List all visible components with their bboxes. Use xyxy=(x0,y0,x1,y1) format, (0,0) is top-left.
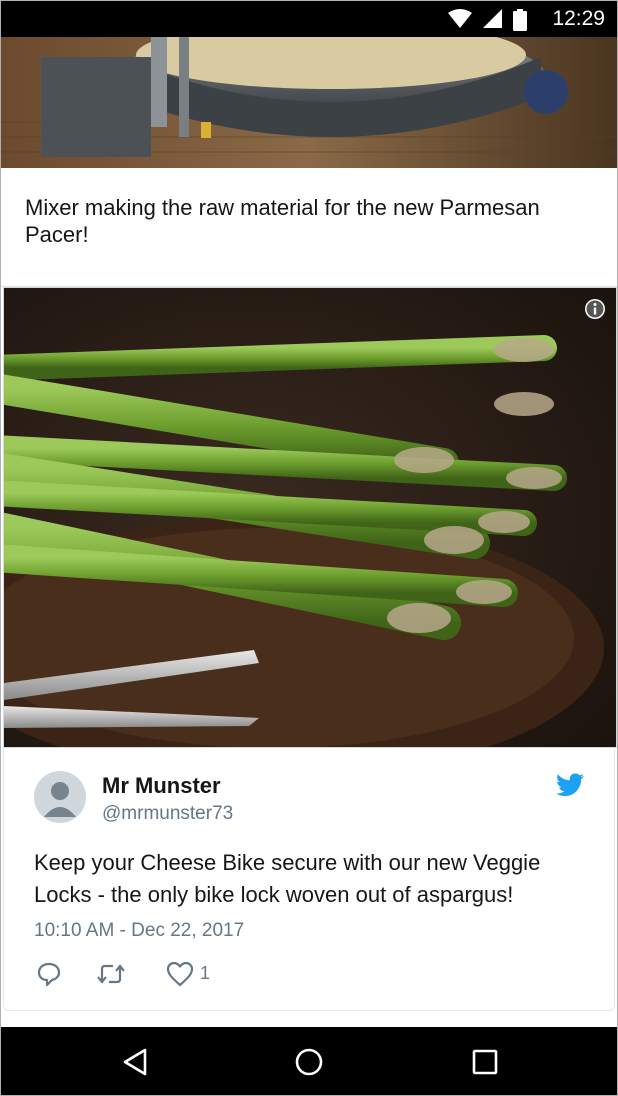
asparagus-image xyxy=(4,288,616,747)
like-icon[interactable] xyxy=(166,961,194,987)
battery-icon xyxy=(513,9,527,31)
info-icon[interactable] xyxy=(584,298,606,320)
screen: 12:29 Mixer making the raw material for … xyxy=(0,0,618,1096)
tweet-text: Keep your Cheese Bike secure with our ne… xyxy=(34,850,541,907)
home-icon[interactable] xyxy=(294,1047,324,1077)
display-name[interactable]: Mr Munster xyxy=(102,773,221,799)
back-icon[interactable] xyxy=(121,1047,151,1077)
asparagus-photo[interactable] xyxy=(3,287,617,748)
status-bar: 12:29 xyxy=(1,1,617,37)
tweet-card[interactable]: Mr Munster @mrmunster73 Keep your Cheese… xyxy=(3,749,615,1011)
default-avatar-icon xyxy=(44,782,76,817)
wifi-icon xyxy=(448,9,473,28)
status-time: 12:29 xyxy=(552,7,605,30)
navigation-bar xyxy=(1,1027,617,1095)
like-count: 1 xyxy=(200,963,211,983)
avatar[interactable] xyxy=(34,771,86,823)
twitter-bird-icon[interactable] xyxy=(556,773,584,797)
caption-text: Mixer making the raw material for the ne… xyxy=(25,195,540,247)
cell-signal-icon xyxy=(482,9,502,28)
caption-card: Mixer making the raw material for the ne… xyxy=(1,168,617,287)
mixer-photo[interactable] xyxy=(1,37,617,168)
user-handle[interactable]: @mrmunster73 xyxy=(102,803,233,825)
tweet-timestamp[interactable]: 10:10 AM - Dec 22, 2017 xyxy=(34,920,244,942)
reply-icon[interactable] xyxy=(36,961,62,987)
status-icons xyxy=(448,9,533,31)
retweet-icon[interactable] xyxy=(96,961,126,987)
mixer-image xyxy=(1,37,617,168)
recents-icon[interactable] xyxy=(470,1047,500,1077)
